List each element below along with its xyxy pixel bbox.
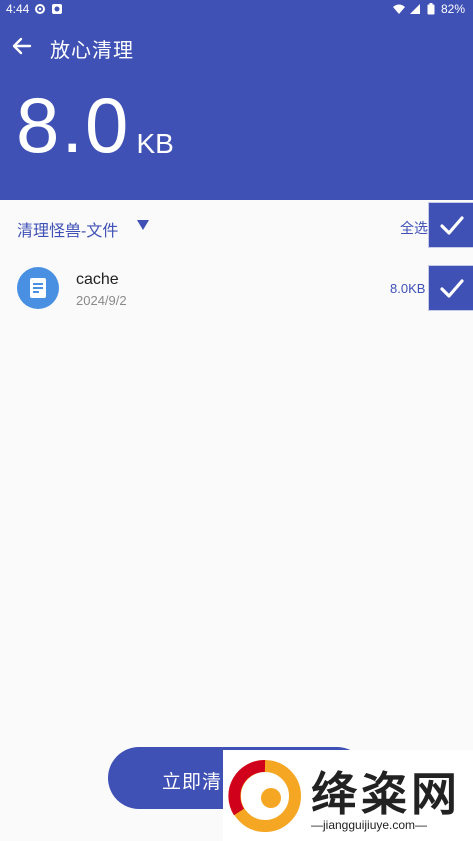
battery-percent: 82%	[440, 2, 465, 16]
app-bar: 放心清理	[0, 26, 473, 66]
notification-app-icon	[52, 4, 63, 14]
category-dropdown[interactable]: 清理怪兽-文件	[17, 217, 118, 241]
header: 4:44 82% 放心清理 8.0 KB	[0, 0, 473, 200]
settings-gear-icon	[35, 4, 46, 14]
file-date: 2024/9/2	[76, 293, 127, 308]
item-checkbox[interactable]	[428, 265, 473, 311]
app-root: 4:44 82% 放心清理 8.0 KB 清理怪兽-文件 全选 cache 20…	[0, 0, 473, 841]
document-glyph-icon	[30, 278, 46, 298]
select-all-label[interactable]: 全选	[400, 218, 428, 238]
file-size: 8.0KB	[390, 281, 426, 296]
status-left: 4:44	[6, 2, 63, 16]
cell-signal-icon	[409, 4, 420, 14]
total-size-unit: KB	[136, 128, 174, 159]
select-all-checkbox[interactable]	[428, 202, 473, 248]
back-arrow-icon[interactable]	[10, 34, 34, 58]
list-item[interactable]: cache 2024/9/2 8.0KB	[0, 256, 473, 318]
check-icon	[440, 216, 464, 235]
status-time: 4:44	[6, 2, 30, 16]
watermark-domain: —jiangguijiuye.com—	[311, 818, 428, 832]
wifi-icon	[392, 4, 405, 14]
document-icon	[17, 267, 59, 309]
watermark-overlay: 绛粢网 —jiangguijiuye.com—	[223, 750, 473, 841]
battery-icon	[427, 3, 435, 15]
page-title: 放心清理	[50, 40, 134, 62]
watermark-text: 绛粢网	[311, 767, 461, 821]
caret-down-icon[interactable]	[136, 219, 150, 231]
total-size-readout: 8.0 KB	[16, 86, 174, 164]
file-name: cache	[76, 271, 119, 288]
status-right: 82%	[392, 2, 465, 16]
watermark-logo-icon	[228, 759, 301, 832]
total-size-value: 8.0	[16, 81, 131, 169]
clean-now-label: 立即清	[162, 772, 223, 793]
check-icon	[440, 279, 464, 298]
status-bar: 4:44 82%	[0, 0, 473, 20]
filter-row: 清理怪兽-文件 全选	[0, 200, 473, 252]
